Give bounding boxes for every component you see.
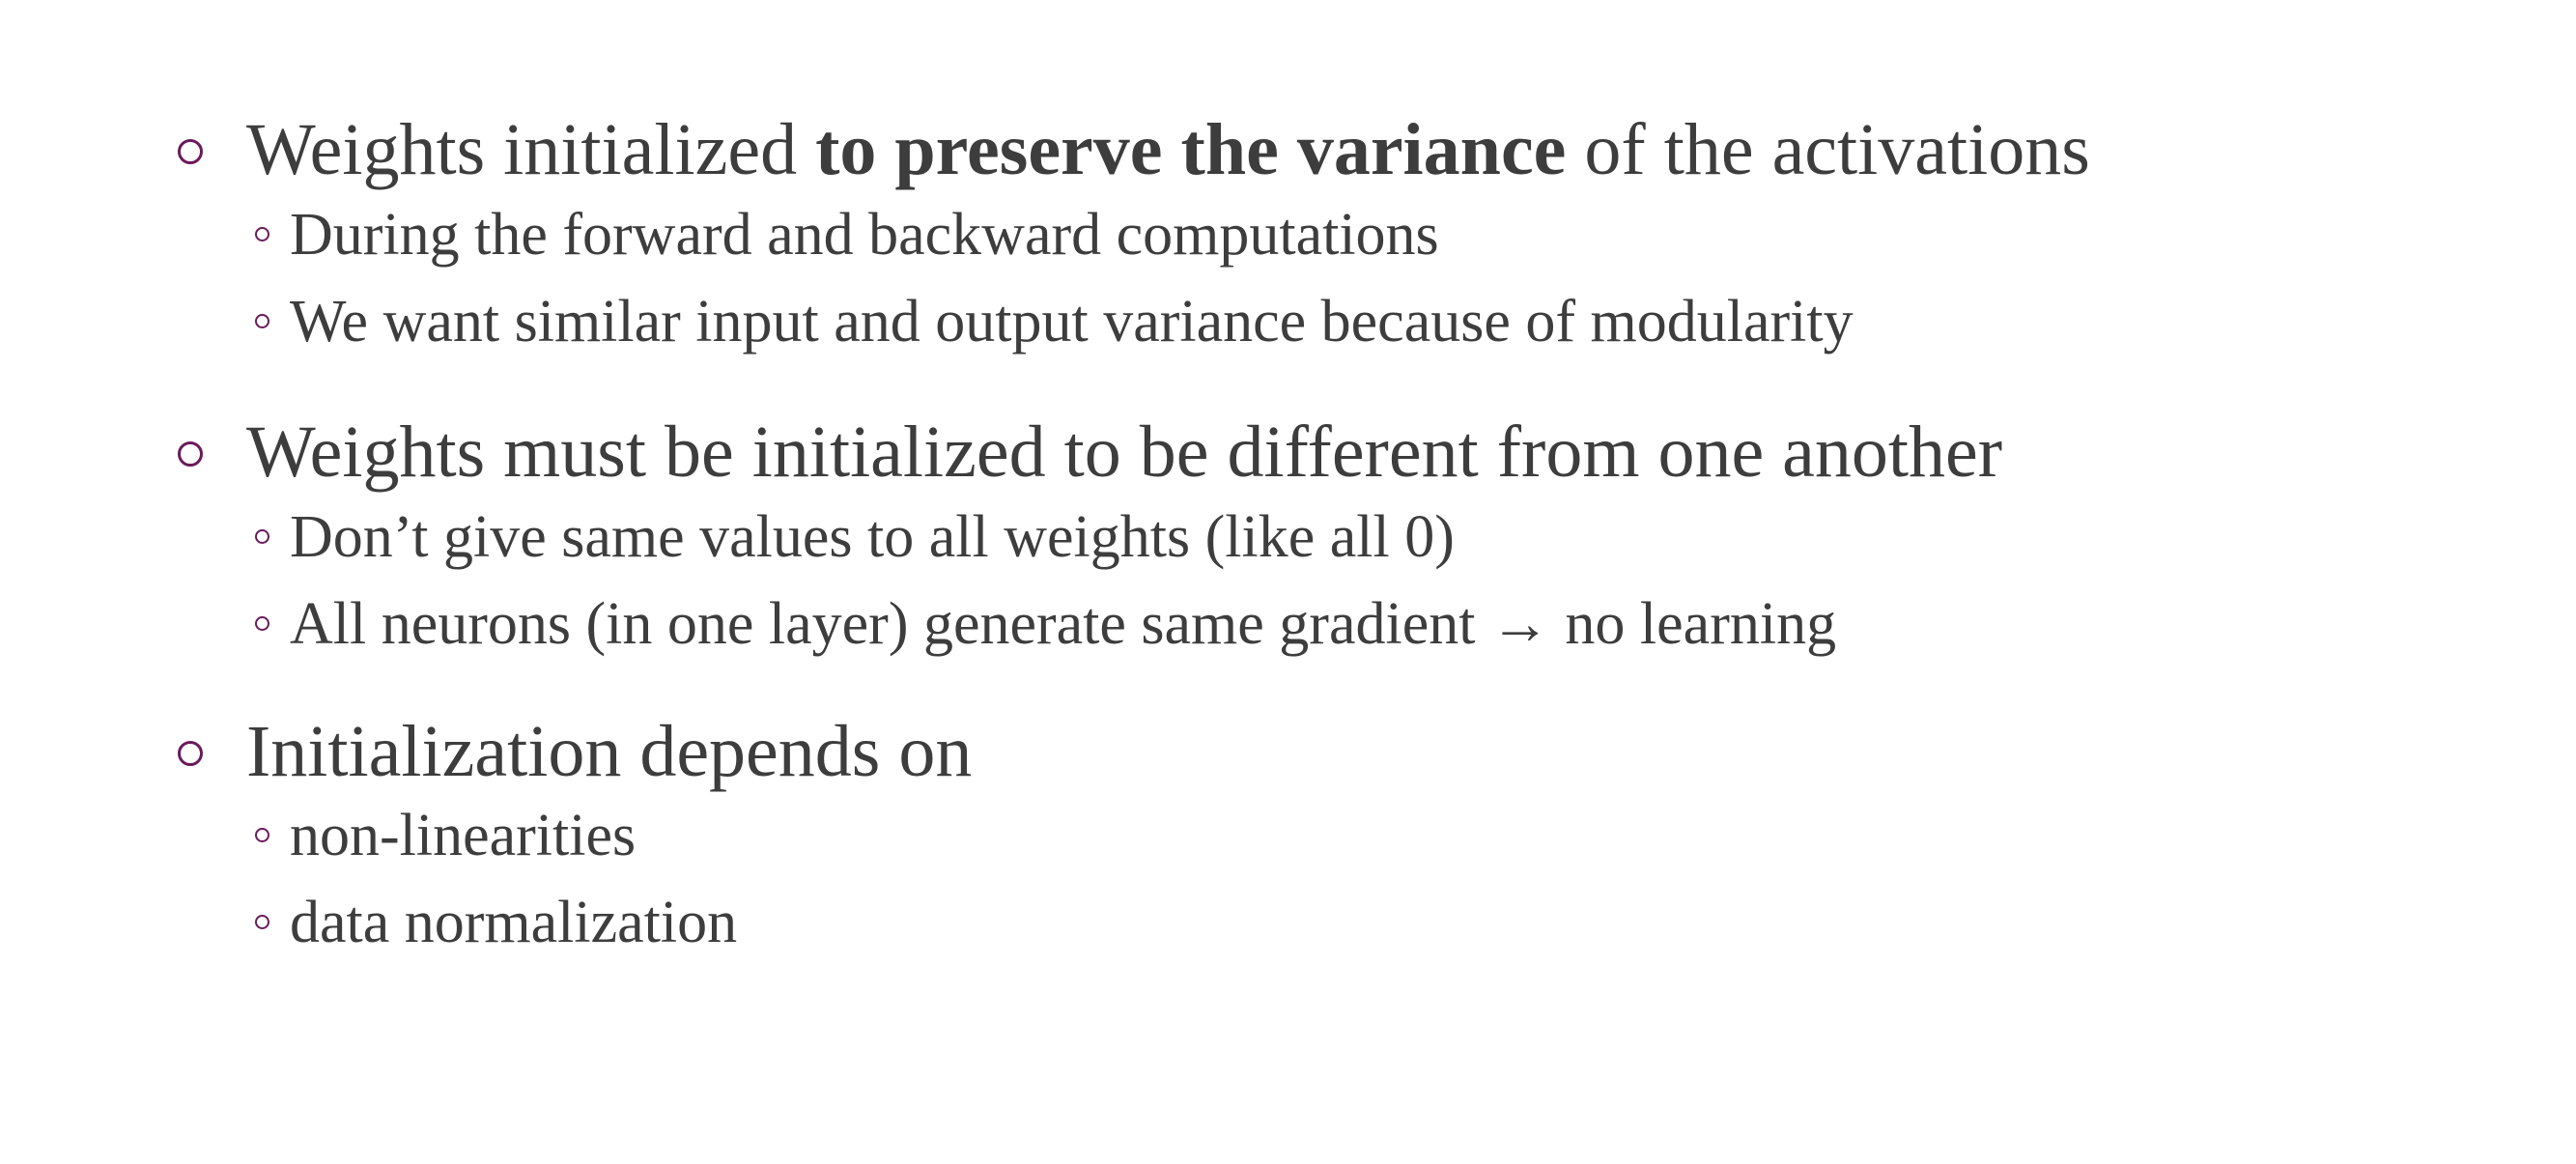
sub-bullet-item-1-2: We want similar input and output varianc… xyxy=(253,288,1854,355)
sub-bullet-text: All neurons (in one layer) generate same… xyxy=(290,591,1837,657)
bullet-text-part: of the activations xyxy=(1566,109,2090,190)
sub-bullet-text: non-linearities xyxy=(290,803,637,868)
hollow-circle-icon xyxy=(174,106,212,193)
sub-bullet-text: We want similar input and output varianc… xyxy=(290,289,1854,355)
main-bullet-text: Weights initialized to preserve the vari… xyxy=(246,106,2090,193)
slide: Weights initialized to preserve the vari… xyxy=(0,0,2576,1164)
bullet-text-part: Initialization depends on xyxy=(246,711,973,792)
hollow-circle-icon xyxy=(174,708,212,795)
small-hollow-circle-icon xyxy=(253,503,272,571)
small-hollow-circle-icon xyxy=(253,201,272,269)
sub-bullet-item-3-2: data normalization xyxy=(253,889,737,956)
sub-bullet-item-3-1: non-linearities xyxy=(253,802,636,869)
small-hollow-circle-icon xyxy=(253,590,272,658)
bullet-text-part: Weights must be initialized to be differ… xyxy=(246,412,2003,493)
sub-bullet-text: During the forward and backward computat… xyxy=(290,202,1439,268)
bullet-text-part: Weights initialized xyxy=(246,109,816,190)
main-bullet-item-1: Weights initialized to preserve the vari… xyxy=(174,106,2090,193)
sub-bullet-item-2-1: Don’t give same values to all weights (l… xyxy=(253,503,1455,571)
sub-bullet-text: Don’t give same values to all weights (l… xyxy=(290,504,1455,570)
main-bullet-text: Weights must be initialized to be differ… xyxy=(246,409,2002,496)
small-hollow-circle-icon xyxy=(253,802,272,869)
small-hollow-circle-icon xyxy=(253,288,272,355)
bullet-text-emphasis: to preserve the variance xyxy=(815,109,1567,190)
small-hollow-circle-icon xyxy=(253,889,272,956)
main-bullet-item-3: Initialization depends on xyxy=(174,708,972,795)
hollow-circle-icon xyxy=(174,409,212,496)
main-bullet-text: Initialization depends on xyxy=(246,708,972,795)
main-bullet-item-2: Weights must be initialized to be differ… xyxy=(174,409,2002,496)
sub-bullet-item-1-1: During the forward and backward computat… xyxy=(253,201,1439,269)
sub-bullet-text: data normalization xyxy=(290,890,738,955)
sub-bullet-item-2-2: All neurons (in one layer) generate same… xyxy=(253,590,1836,658)
